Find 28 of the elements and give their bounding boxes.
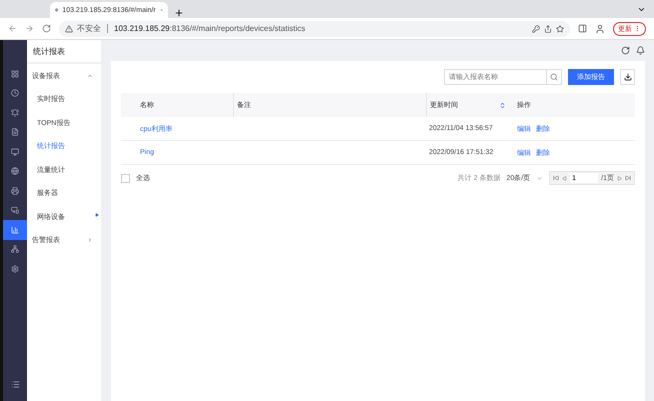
star-icon[interactable] [556, 24, 564, 32]
notification-icon[interactable] [636, 46, 645, 55]
chevron-icon[interactable] [637, 5, 646, 14]
sort-icon[interactable] [499, 102, 506, 108]
back-icon[interactable] [8, 24, 17, 33]
more-icon[interactable] [634, 25, 641, 32]
download-button[interactable] [620, 69, 635, 85]
chevron-up-icon [87, 72, 93, 79]
refresh-icon[interactable] [621, 46, 630, 55]
bar-chart-icon[interactable] [3, 220, 27, 240]
select-all-checkbox[interactable] [121, 174, 130, 182]
new-tab-icon[interactable] [174, 8, 184, 18]
key-icon[interactable] [532, 24, 540, 32]
search-icon[interactable] [550, 73, 558, 81]
forward-icon[interactable] [25, 24, 34, 33]
warning-icon [65, 24, 73, 32]
side-panel-icon[interactable] [578, 24, 587, 33]
download-icon [624, 73, 632, 81]
chevron-right-icon [87, 237, 93, 244]
menu-icon[interactable] [10, 380, 20, 389]
play-icon [94, 213, 98, 217]
security-label: 不安全 [77, 23, 101, 34]
url-text: 103.219.185.29:8136/#/main/reports/devices/statistics [114, 24, 306, 33]
globe-icon [55, 6, 58, 14]
share-icon[interactable] [544, 24, 552, 32]
profile-icon[interactable] [595, 24, 605, 34]
reload-icon[interactable] [42, 24, 51, 33]
address-bar[interactable]: 不安全 103.219.185.29:8136/#/main/reports/devices/statistics [59, 20, 570, 36]
